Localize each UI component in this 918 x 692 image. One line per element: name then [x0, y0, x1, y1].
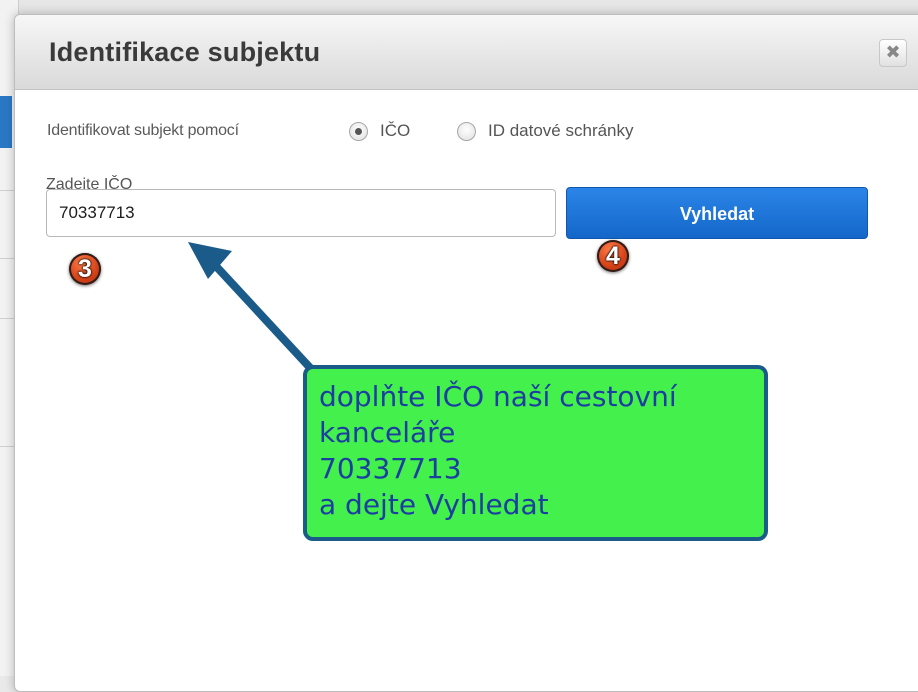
search-button[interactable]: Vyhledat — [566, 187, 868, 239]
step-3-badge: 3 — [69, 253, 101, 285]
radio-data-box-id-label: ID datové schránky — [488, 121, 634, 140]
step-4-badge: 4 — [597, 240, 629, 272]
radio-data-box-id-button[interactable] — [457, 121, 476, 141]
dialog-title: Identifikace subjektu — [49, 37, 321, 67]
callout-line-2: kanceláře — [319, 416, 456, 449]
radio-ico-label: IČO — [380, 121, 411, 140]
callout-line-4: a dejte Vyhledat — [319, 488, 549, 521]
radio-ico[interactable]: IČO — [349, 114, 410, 148]
background-selected-item — [0, 96, 12, 148]
callout-line-3: 70337713 — [319, 452, 462, 485]
radio-ico-button[interactable] — [349, 121, 368, 141]
identify-method-label: Identifikovat subjekt pomocí — [47, 122, 239, 139]
ico-input[interactable] — [46, 189, 556, 237]
instruction-callout: doplňte IČO naší cestovní kanceláře 7033… — [303, 365, 768, 541]
close-icon[interactable]: ✖ — [879, 39, 907, 67]
dialog-header: Identifikace subjektu ✖ — [15, 15, 918, 90]
identify-method-row: Identifikovat subjekt pomocí IČO ID dato… — [47, 114, 747, 148]
radio-data-box-id[interactable]: ID datové schránky — [457, 114, 634, 148]
callout-line-1: doplňte IČO naší cestovní — [319, 380, 677, 413]
